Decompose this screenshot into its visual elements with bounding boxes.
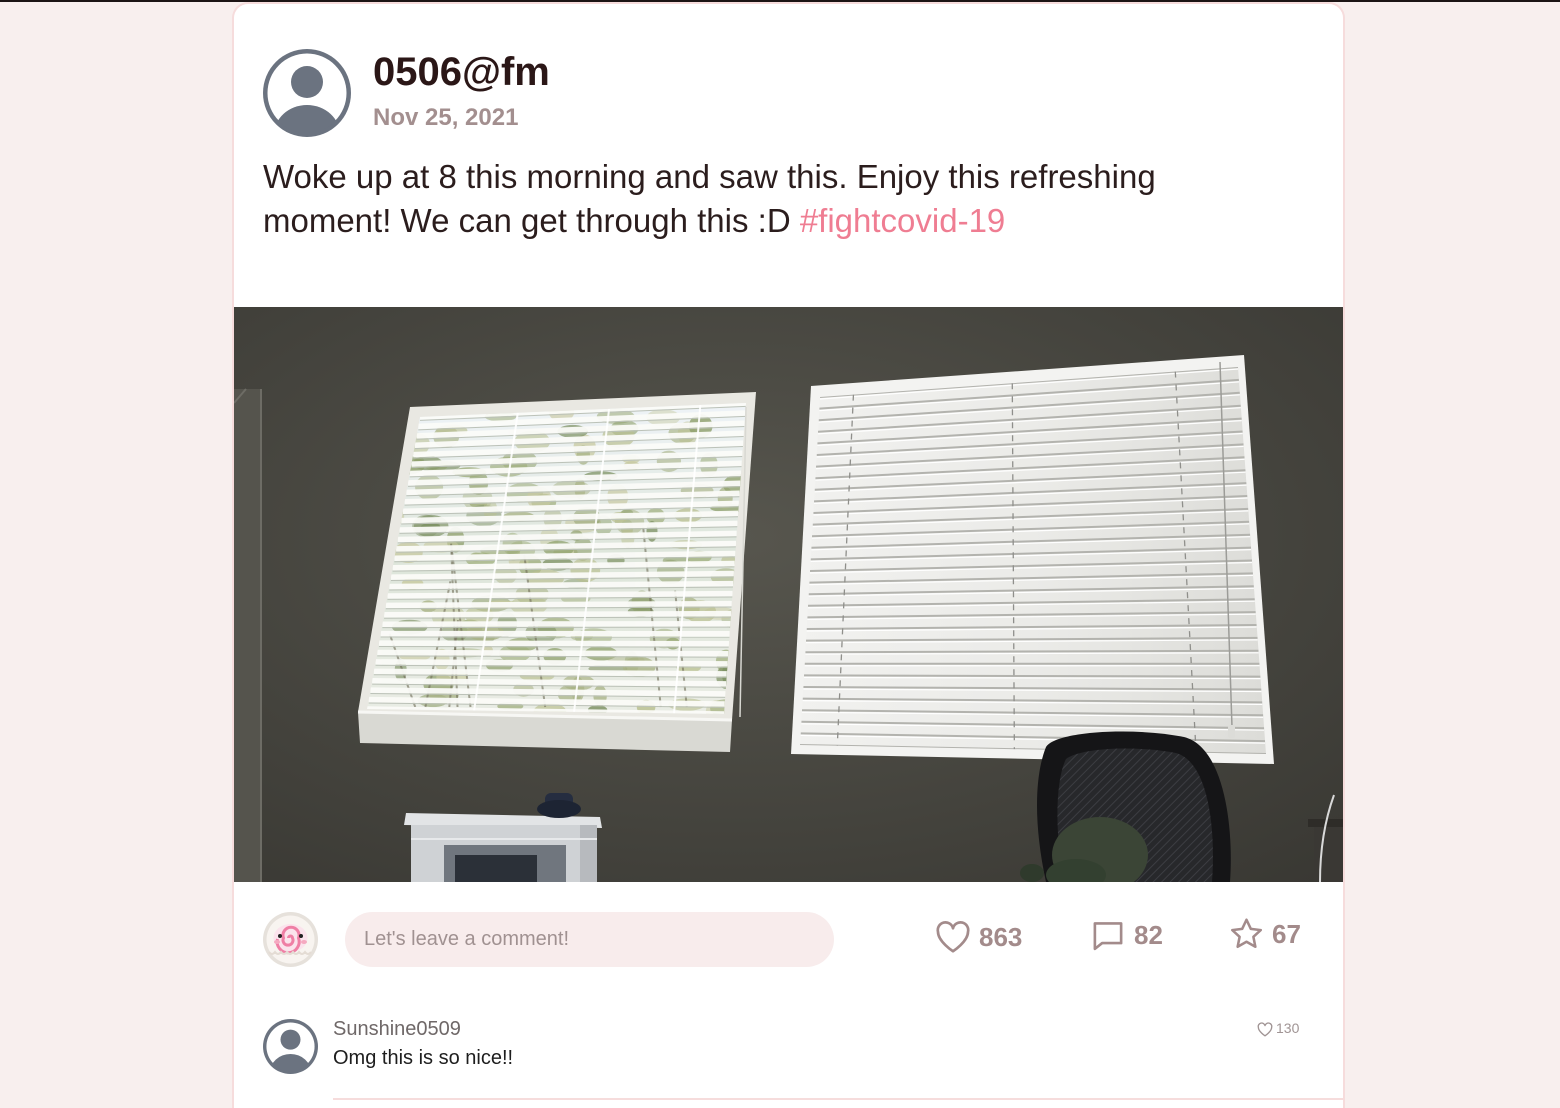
blind-slat — [390, 570, 734, 580]
blind-slat-shadow — [378, 645, 729, 648]
foliage-leaf — [415, 474, 444, 500]
blind-slat — [373, 668, 727, 677]
photo-chair — [1020, 731, 1231, 882]
blind-slat — [384, 610, 732, 618]
blind-slat — [372, 677, 727, 687]
favorite-count: 67 — [1272, 919, 1301, 949]
post-text: Woke up at 8 this morning and saw this. … — [263, 158, 1156, 239]
post-date: Nov 25, 2021 — [373, 104, 519, 131]
blind-slat — [377, 649, 729, 657]
star-icon — [1230, 918, 1263, 949]
comment-input[interactable] — [345, 912, 834, 967]
user-avatar-icon — [263, 1019, 318, 1074]
blind-slat — [387, 590, 733, 599]
like-count: 863 — [979, 922, 1023, 952]
comment-text: Omg this is so nice!! — [333, 1047, 514, 1069]
blind-slat-shadow — [382, 626, 731, 629]
comment-author[interactable]: Sunshine0509 — [333, 1016, 461, 1042]
blind-pull-knob — [1228, 725, 1235, 738]
photo-left-window — [357, 392, 756, 752]
blind-slat — [370, 687, 726, 697]
cake-avatar-icon — [263, 912, 318, 967]
blind-slat — [385, 600, 732, 609]
heart-icon — [1257, 1022, 1273, 1037]
blind-slat — [382, 620, 731, 627]
comment-count: 82 — [1134, 920, 1163, 950]
post-card: 0506@fm Nov 25, 2021 Woke up at 8 this m… — [232, 2, 1345, 1108]
photo-right-window — [791, 355, 1274, 764]
post-body: Woke up at 8 this morning and saw this. … — [263, 155, 1223, 243]
comment-icon — [1093, 922, 1123, 951]
comment-like-button[interactable] — [1257, 1022, 1273, 1037]
comment-button[interactable] — [1090, 919, 1126, 954]
user-avatar-icon — [263, 49, 351, 137]
blind-slat — [389, 580, 734, 590]
post-photo[interactable] — [234, 307, 1343, 882]
commenter-avatar[interactable] — [263, 1019, 318, 1074]
current-user-avatar[interactable] — [263, 912, 318, 967]
post-photo-canvas — [234, 307, 1343, 882]
like-button[interactable] — [935, 920, 971, 954]
blind-slat — [805, 649, 1259, 654]
photo-door-edge — [234, 388, 262, 882]
heart-icon — [936, 921, 970, 953]
photo-drawer-unit — [404, 813, 602, 882]
favorite-button[interactable] — [1228, 916, 1265, 952]
hashtag-link[interactable]: #fightcovid-19 — [800, 202, 1005, 239]
comment-like-count: 130 — [1276, 1020, 1300, 1036]
author-avatar-icon[interactable] — [263, 49, 351, 137]
comment-divider — [333, 1098, 1343, 1100]
blind-slat — [378, 640, 729, 647]
blind-slat — [375, 659, 728, 667]
post-author[interactable]: 0506@fm — [373, 50, 550, 94]
